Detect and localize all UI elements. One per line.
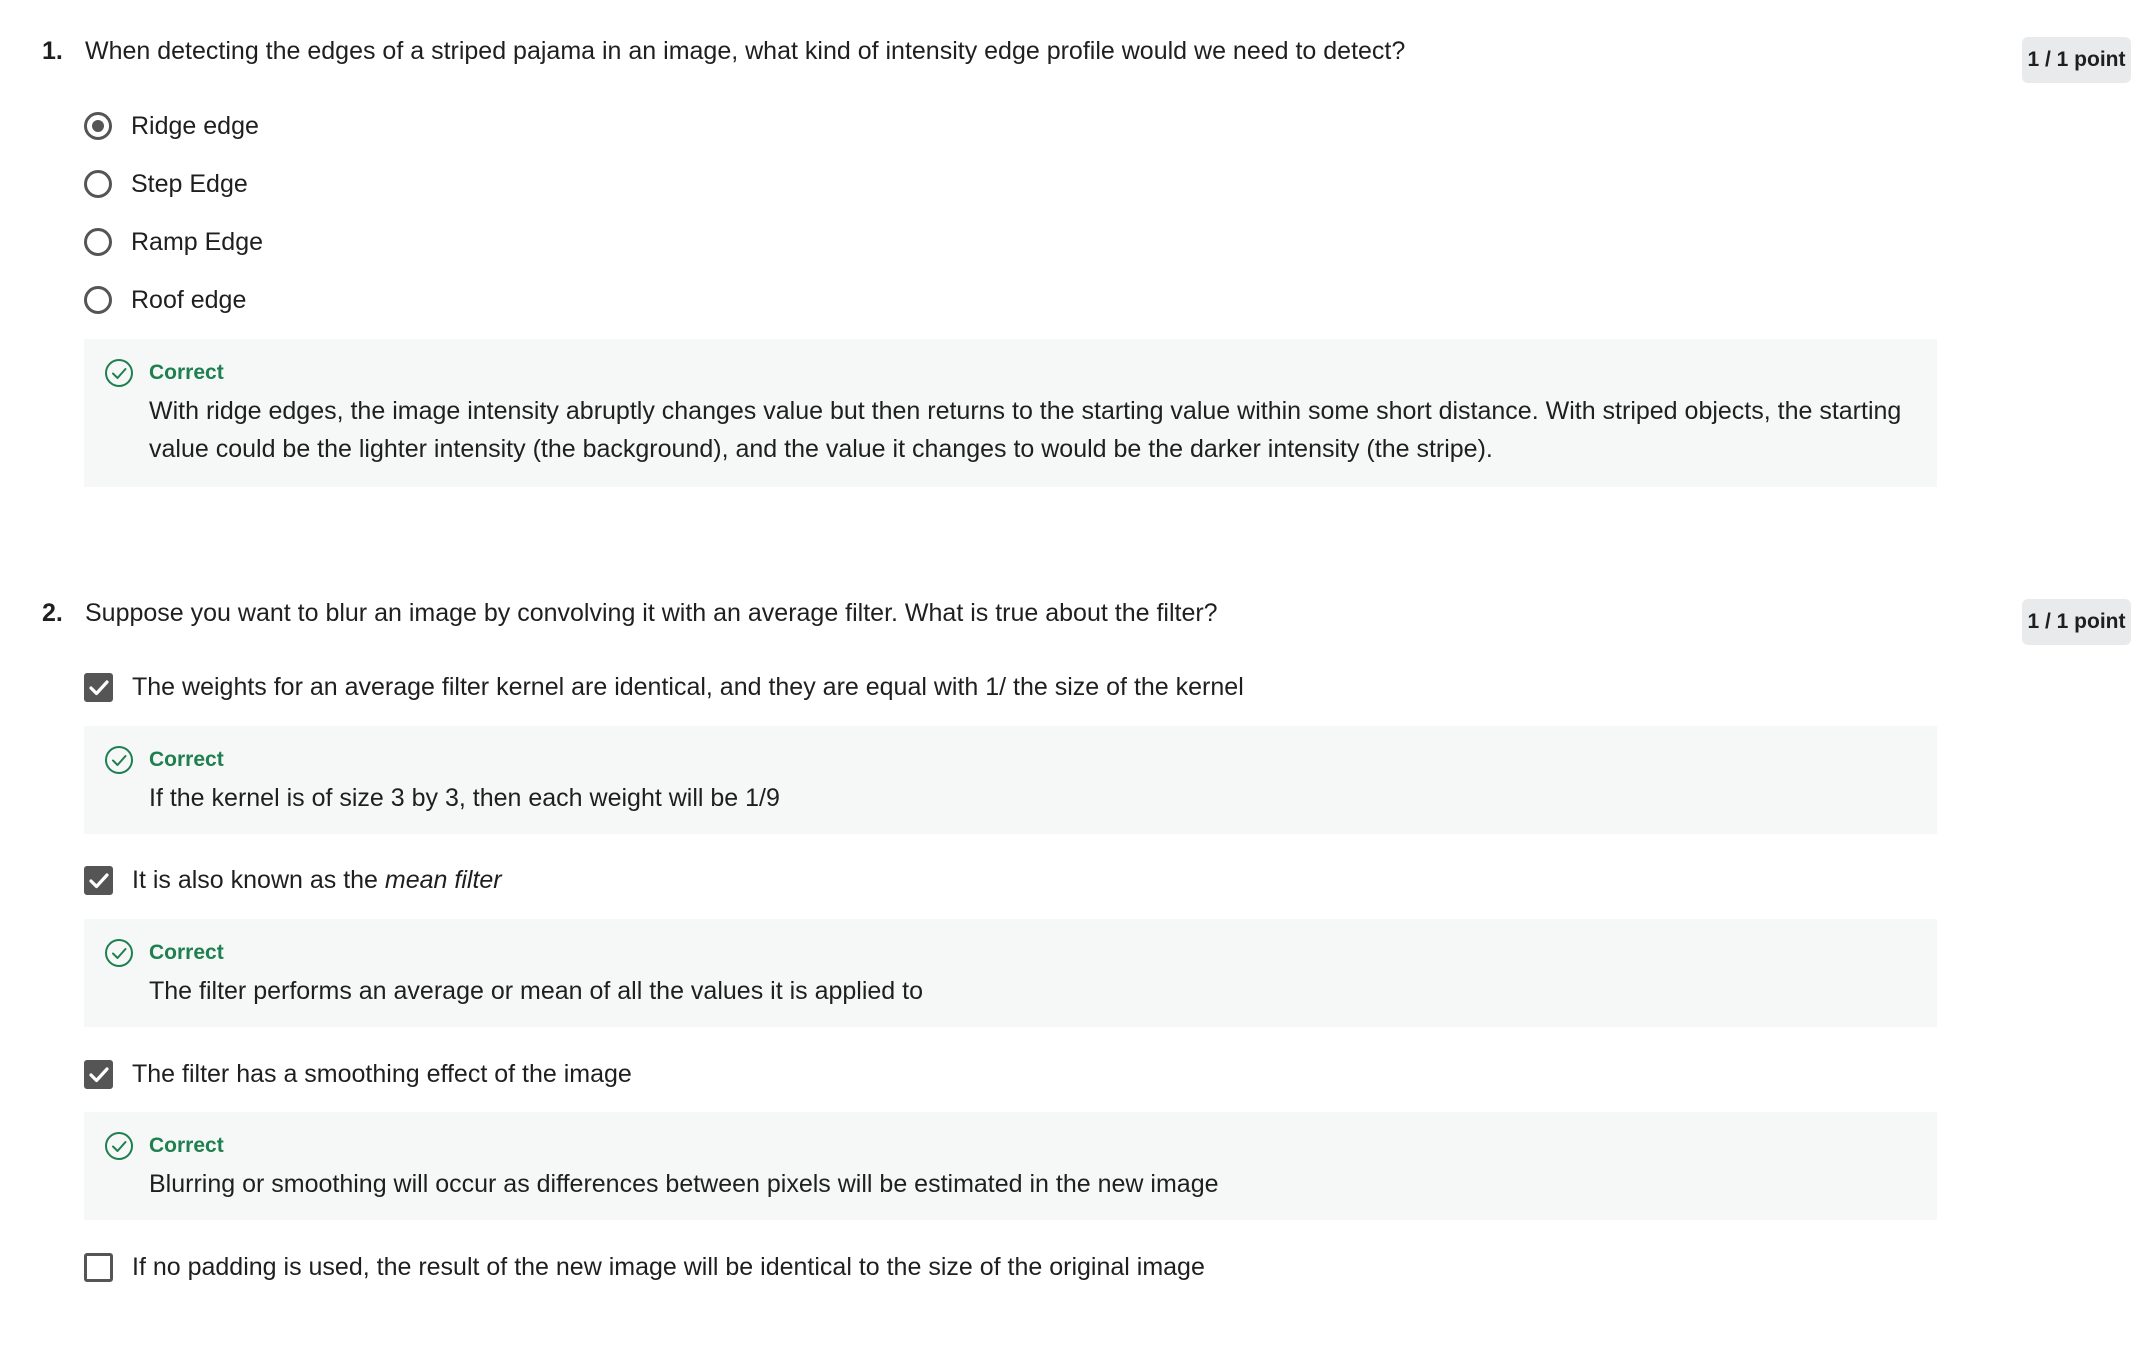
points-badge: 1 / 1 point bbox=[2022, 599, 2131, 645]
check-circle-icon bbox=[105, 939, 133, 967]
feedback-title: Correct bbox=[149, 748, 224, 771]
checkbox-option-smoothing-effect[interactable]: The filter has a smoothing effect of the… bbox=[84, 1054, 632, 1094]
question-text: When detecting the edges of a striped pa… bbox=[85, 37, 1406, 65]
feedback-title: Correct bbox=[149, 1134, 224, 1157]
question-number: 2. bbox=[42, 599, 63, 627]
option-label: The filter has a smoothing effect of the… bbox=[132, 1060, 632, 1088]
option-label: It is also known as the mean filter bbox=[132, 863, 502, 897]
radio-option-step-edge[interactable]: Step Edge bbox=[84, 164, 248, 204]
checkmark-icon bbox=[89, 872, 109, 888]
option-label-emphasis: mean filter bbox=[384, 866, 502, 894]
checkbox-checked[interactable] bbox=[84, 1059, 113, 1089]
check-circle-icon bbox=[105, 1132, 133, 1160]
points-badge: 1 / 1 point bbox=[2022, 37, 2131, 83]
checkbox-unchecked[interactable] bbox=[84, 1252, 113, 1282]
check-circle-icon bbox=[105, 746, 133, 774]
checkbox-checked[interactable] bbox=[84, 865, 113, 895]
checkmark-icon bbox=[89, 1066, 109, 1082]
checkbox-option-identical-weights[interactable]: The weights for an average filter kernel… bbox=[84, 667, 1244, 707]
feedback-box: Correct With ridge edges, the image inte… bbox=[84, 339, 1937, 487]
option-label: Step Edge bbox=[131, 170, 248, 198]
feedback-text: If the kernel is of size 3 by 3, then ea… bbox=[149, 784, 780, 812]
option-label: Ridge edge bbox=[131, 112, 259, 140]
option-label: Roof edge bbox=[131, 286, 247, 314]
feedback-box: Correct Blurring or smoothing will occur… bbox=[84, 1112, 1937, 1220]
checkmark-icon bbox=[89, 679, 109, 695]
radio-button-selected[interactable] bbox=[84, 112, 112, 140]
check-circle-icon bbox=[105, 359, 133, 387]
feedback-text: The filter performs an average or mean o… bbox=[149, 977, 924, 1005]
checkbox-option-no-padding[interactable]: If no padding is used, the result of the… bbox=[84, 1247, 1205, 1287]
radio-button[interactable] bbox=[84, 228, 112, 256]
option-label: If no padding is used, the result of the… bbox=[132, 1253, 1205, 1281]
radio-option-roof-edge[interactable]: Roof edge bbox=[84, 280, 246, 320]
question-text: Suppose you want to blur an image by con… bbox=[85, 599, 1218, 627]
feedback-title: Correct bbox=[149, 361, 224, 384]
feedback-box: Correct The filter performs an average o… bbox=[84, 919, 1937, 1027]
option-label-prefix: It is also known as the bbox=[132, 866, 385, 894]
quiz-results-page: 1. When detecting the edges of a striped… bbox=[0, 0, 2148, 1345]
feedback-text: With ridge edges, the image intensity ab… bbox=[149, 397, 1902, 463]
checkbox-checked[interactable] bbox=[84, 672, 113, 702]
option-label: The weights for an average filter kernel… bbox=[132, 673, 1244, 701]
feedback-text: Blurring or smoothing will occur as diff… bbox=[149, 1170, 1219, 1198]
radio-button[interactable] bbox=[84, 286, 112, 314]
question-number: 1. bbox=[42, 37, 63, 65]
checkbox-option-mean-filter[interactable]: It is also known as the mean filter bbox=[84, 860, 502, 900]
feedback-title: Correct bbox=[149, 941, 224, 964]
option-label: Ramp Edge bbox=[131, 228, 264, 256]
radio-option-ramp-edge[interactable]: Ramp Edge bbox=[84, 222, 263, 262]
radio-option-ridge-edge[interactable]: Ridge edge bbox=[84, 106, 259, 146]
feedback-box: Correct If the kernel is of size 3 by 3,… bbox=[84, 726, 1937, 834]
radio-button[interactable] bbox=[84, 170, 112, 198]
